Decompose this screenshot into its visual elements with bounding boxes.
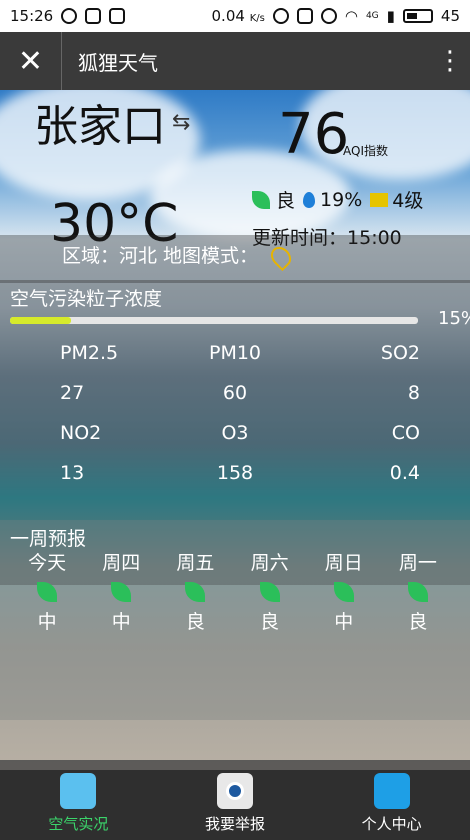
title-bar: ✕ 狐狸天气 ⋮ [0,32,470,90]
forecast-day: 今天 中 [10,548,84,642]
day-aqi: 中 [37,611,57,633]
forecast-day: 周一 良 [381,548,455,642]
day-aqi: 良 [260,611,280,633]
network-type: 4G [365,11,379,21]
pollutant-value: 158 [216,462,254,484]
nav-label: 个人中心 [361,815,422,833]
more-icon: ⋮ [437,46,463,76]
pollutant-value: 60 [222,382,248,404]
nav-label: 空气实况 [48,815,109,833]
close-button[interactable]: ✕ [0,32,62,90]
nav-report[interactable]: 我要举报 [157,770,314,840]
air-quality-level: 良 [276,190,296,212]
day-name: 周一 [398,552,437,574]
pollution-title: 空气污染粒子浓度 [10,288,163,310]
pollutant-value: 13 [60,462,85,484]
app-notification-icon [61,8,78,24]
status-bar: 15:26 0.04 K/s ◠ 4G ▮ 45 [0,0,470,32]
leaf-icon [259,582,280,602]
alarm-icon [320,8,337,24]
forecast-title: 一周预报 [10,528,87,550]
pollution-progress-bar [10,317,418,324]
wifi-icon: ◠ [344,7,358,25]
forecast-day: 周四 中 [84,548,158,642]
page-title: 狐狸天气 [78,50,158,75]
nav-profile[interactable]: 个人中心 [313,770,470,840]
humidity-icon [303,191,316,208]
leaf-icon [333,582,354,602]
status-right: 0.04 K/s ◠ 4G ▮ 45 [212,7,460,25]
signal-icon: ▮ [386,7,395,25]
forecast-day: 周日 中 [307,548,381,642]
main-content: 张家口 ⇆ 76 AQI指数 30°C 良 19% 4级 更新时间：15:00 … [0,90,470,770]
clock: 15:26 [10,7,54,25]
day-aqi: 良 [408,611,428,633]
day-aqi: 中 [334,611,354,633]
swap-city-icon[interactable]: ⇆ [172,110,190,135]
bottom-navigation: 空气实况 我要举报 个人中心 [0,770,470,840]
camera-icon [217,773,253,809]
day-name: 周日 [324,552,363,574]
humidity-value: 19% [320,188,363,211]
status-left: 15:26 [10,7,126,25]
leaf-icon [252,190,270,209]
day-name: 周六 [250,552,289,574]
leaf-icon [185,582,206,602]
nav-air-quality[interactable]: 空气实况 [0,770,157,840]
weather-icon [60,773,97,809]
network-speed: 0.04 K/s [211,7,265,25]
close-icon: ✕ [17,43,44,79]
leaf-icon [37,582,58,602]
user-icon [373,773,410,809]
app-notification-icon-2 [85,8,102,24]
map-mode-icon[interactable] [266,242,296,271]
headphone-icon [272,8,289,24]
pollutant-label: PM10 [208,342,262,364]
pollutant-value: 27 [60,382,85,404]
pollutant-label: O3 [221,422,249,444]
region-bar: 区域：河北 地图模式： [0,235,470,283]
pollution-percent: 15% [438,308,470,329]
forecast-days: 今天 中 周四 中 周五 良 周六 良 周日 中 周一 良 [10,548,455,642]
aqi-value: 76 [278,102,350,167]
pollutant-grid: PM2.5 PM10 SO2 27 60 8 NO2 O3 CO 13 158 … [10,340,460,486]
city-name[interactable]: 张家口 [34,90,166,154]
day-aqi: 中 [111,611,131,633]
aqi-label: AQI指数 [343,144,388,158]
pollutant-label: NO2 [60,422,102,444]
battery-icon [402,9,433,23]
forecast-day: 周六 良 [232,548,306,642]
pollutant-value: 0.4 [389,462,420,484]
pollution-progress-fill [10,317,72,324]
conditions-row: 良 19% 4级 [252,186,423,213]
pollutant-value: 8 [407,382,420,404]
pollutant-label: PM2.5 [60,342,119,364]
region-text: 区域：河北 地图模式： [62,245,259,267]
leaf-icon [111,582,132,602]
weekly-forecast: 一周预报 今天 中 周四 中 周五 良 周六 良 周日 中 周一 良 [0,520,470,720]
pollutant-label: SO2 [380,342,420,364]
day-name: 周五 [176,552,215,574]
wind-icon [370,192,389,207]
day-aqi: 良 [185,611,205,633]
app-notification-icon-3 [109,8,126,24]
nav-label: 我要举报 [205,815,266,833]
vibrate-icon [296,8,313,24]
more-options-button[interactable]: ⋮ [430,32,470,90]
day-name: 周四 [102,552,141,574]
pollutant-label: CO [391,422,420,444]
forecast-day: 周五 良 [158,548,232,642]
battery-level: 45 [440,7,460,25]
day-name: 今天 [28,552,67,574]
next-section-peek [0,760,470,770]
wind-level: 4级 [392,190,424,212]
leaf-icon [407,582,428,602]
